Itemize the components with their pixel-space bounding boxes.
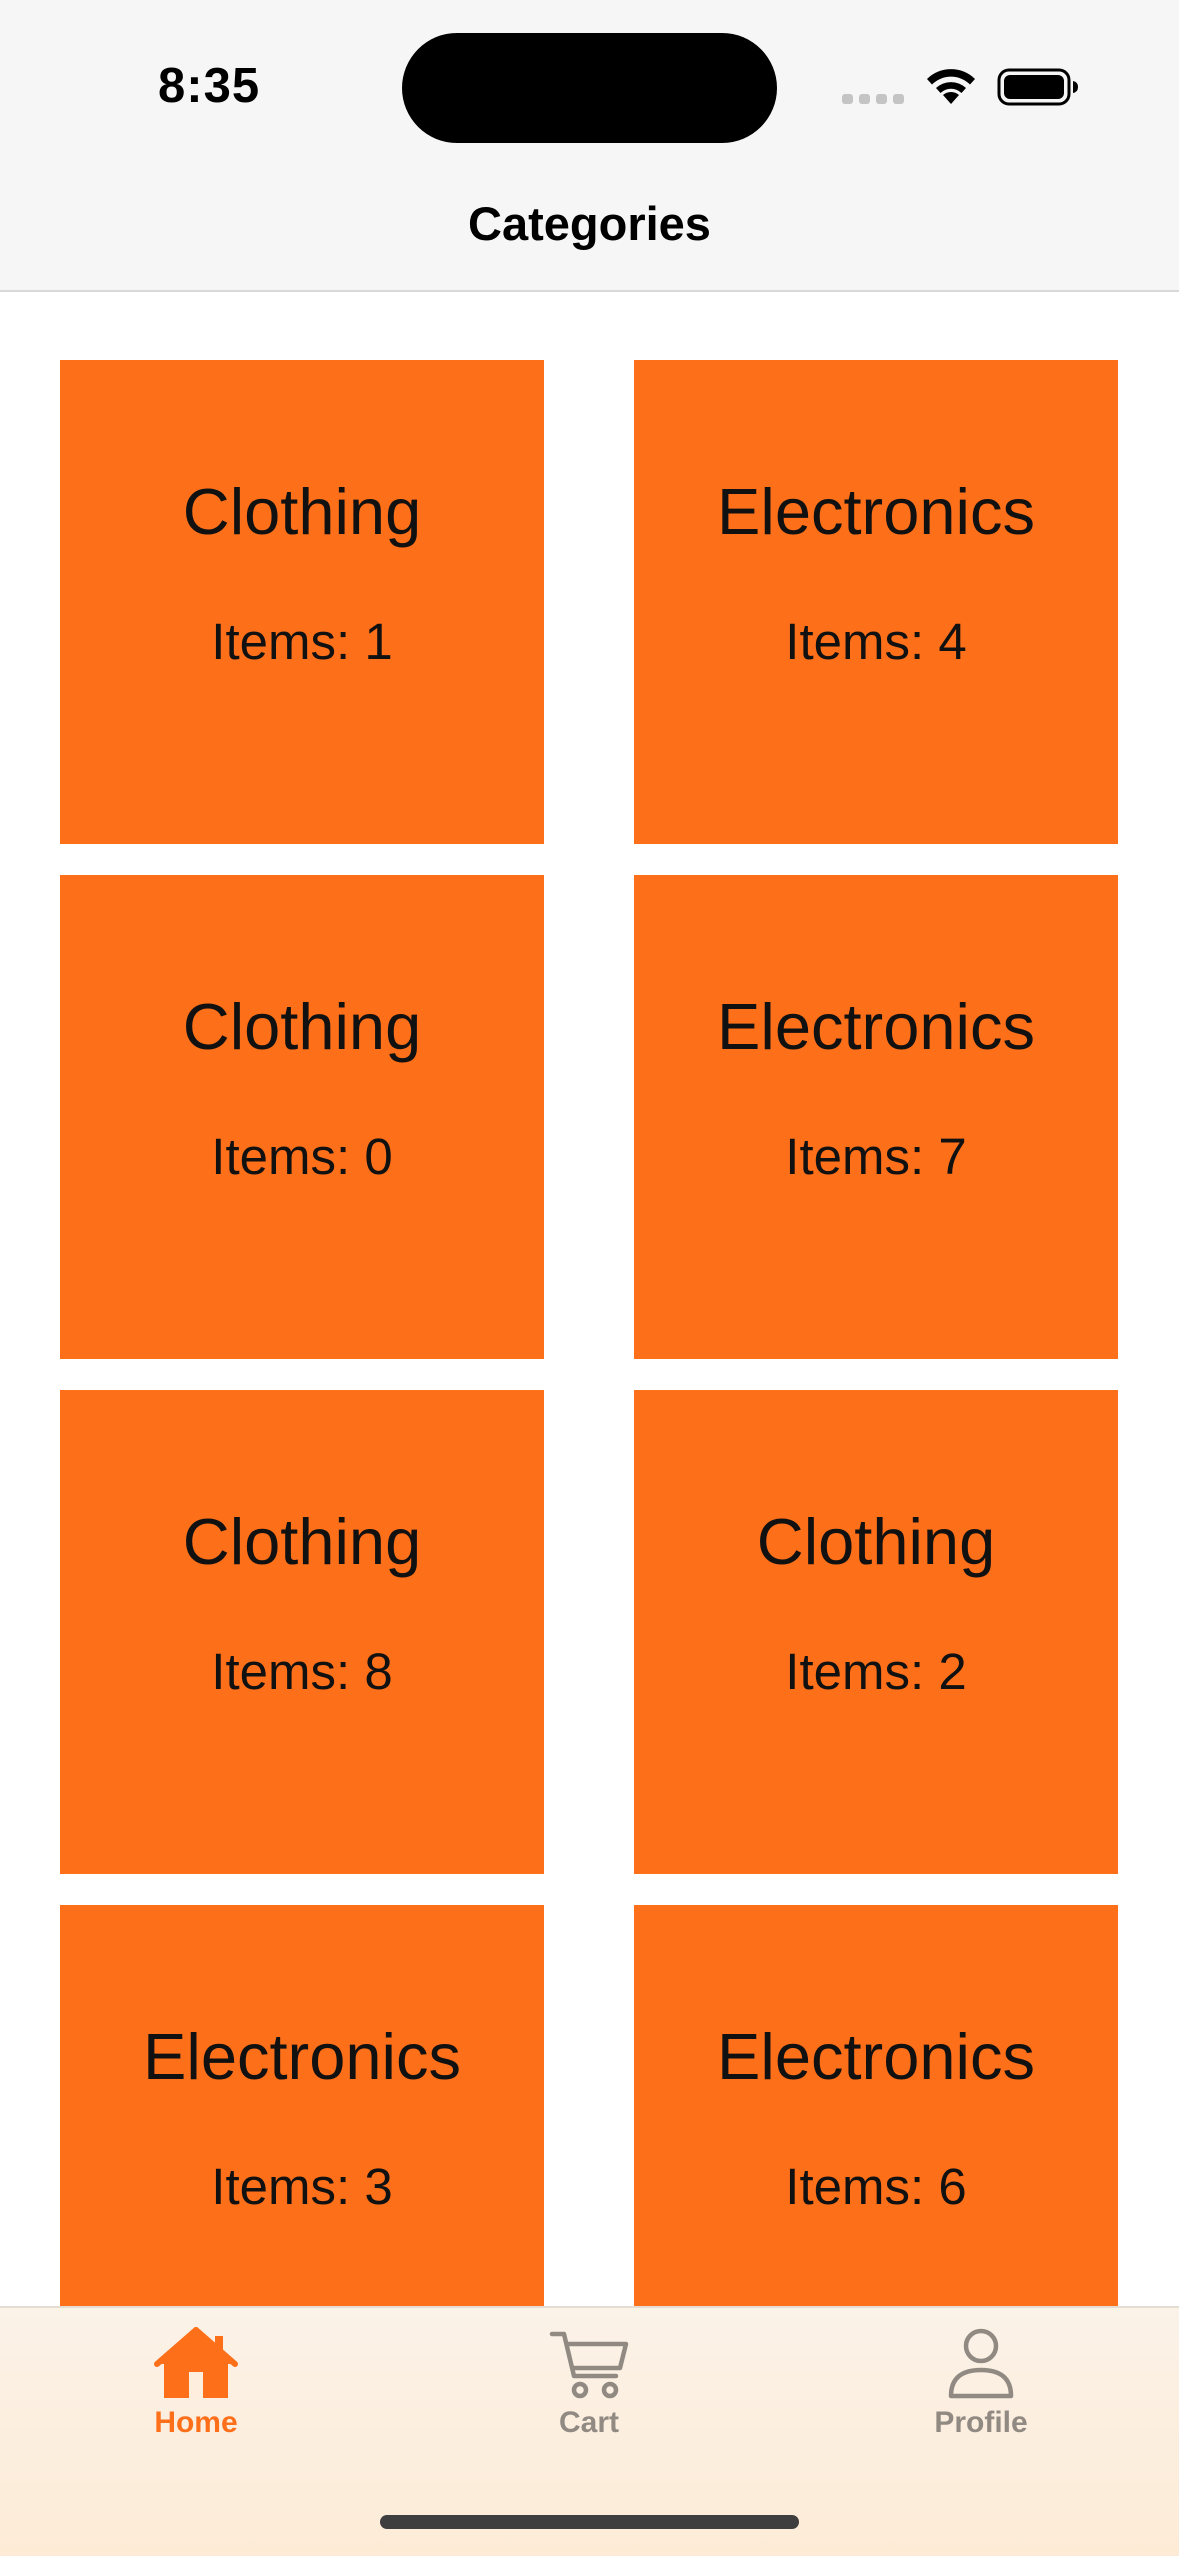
category-grid: Clothing Items: 1 Electronics Items: 4 C…: [0, 292, 1179, 2306]
category-card[interactable]: Clothing Items: 8: [60, 1390, 544, 1874]
category-name: Clothing: [182, 990, 422, 1063]
tab-profile[interactable]: Profile: [871, 2326, 1091, 2476]
cart-icon: [549, 2331, 629, 2399]
tab-profile-label: Profile: [934, 2406, 1028, 2439]
category-item-count: Items: 6: [785, 2158, 967, 2215]
category-item-count: Items: 7: [785, 1128, 967, 1185]
category-name: Electronics: [717, 990, 1035, 1063]
category-name: Electronics: [717, 2020, 1035, 2093]
status-icons: [842, 64, 1082, 112]
category-item-count: Items: 8: [211, 1643, 393, 1700]
tab-cart[interactable]: Cart: [479, 2326, 699, 2476]
category-card[interactable]: Electronics Items: 7: [634, 875, 1118, 1359]
category-item-count: Items: 3: [211, 2158, 393, 2215]
tab-home-label: Home: [154, 2406, 238, 2439]
category-card[interactable]: Clothing Items: 2: [634, 1390, 1118, 1874]
home-indicator[interactable]: [380, 2515, 799, 2529]
category-name: Electronics: [717, 475, 1035, 548]
person-icon: [948, 2328, 1014, 2399]
category-card[interactable]: Electronics Items: 3: [60, 1905, 544, 2306]
category-card[interactable]: Clothing Items: 1: [60, 360, 544, 844]
navigation-header: 8:35 Categories: [0, 0, 1179, 292]
category-name: Clothing: [756, 1505, 996, 1578]
category-item-count: Items: 1: [211, 613, 393, 670]
category-item-count: Items: 4: [785, 613, 967, 670]
house-icon: [154, 2327, 238, 2398]
status-time: 8:35: [158, 59, 261, 113]
wifi-icon: [927, 69, 975, 104]
category-card[interactable]: Electronics Items: 6: [634, 1905, 1118, 2306]
page-title: Categories: [468, 197, 711, 250]
category-item-count: Items: 2: [785, 1643, 967, 1700]
tab-home[interactable]: Home: [86, 2326, 306, 2476]
dynamic-island: [402, 33, 777, 143]
cellular-signal-icon: [842, 94, 904, 104]
category-card[interactable]: Clothing Items: 0: [60, 875, 544, 1359]
category-name: Clothing: [182, 1505, 422, 1578]
category-item-count: Items: 0: [211, 1128, 393, 1185]
category-name: Electronics: [143, 2020, 461, 2093]
category-name: Clothing: [182, 475, 422, 548]
tab-cart-label: Cart: [558, 2406, 619, 2439]
battery-icon: [997, 68, 1078, 106]
category-card[interactable]: Electronics Items: 4: [634, 360, 1118, 844]
